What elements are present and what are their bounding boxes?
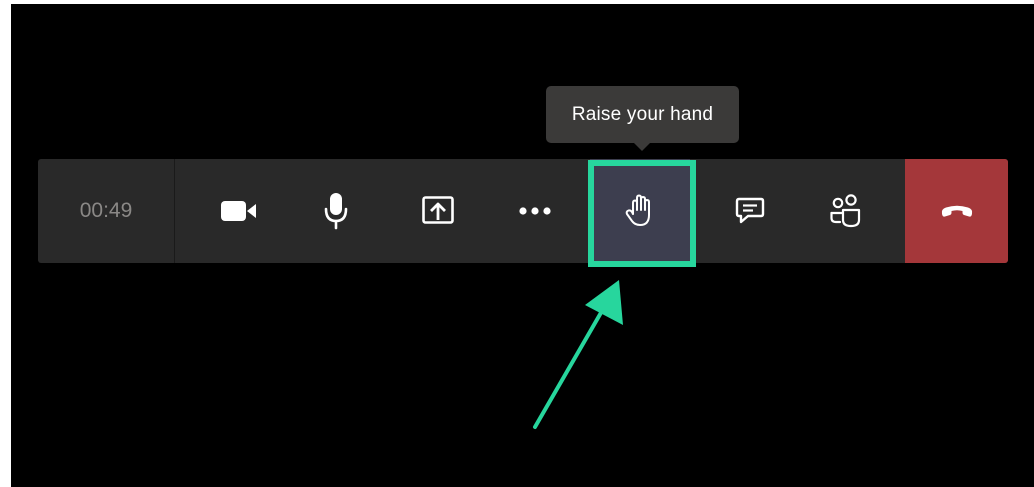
tooltip-text: Raise your hand: [571, 103, 714, 125]
camera-button[interactable]: [190, 159, 290, 263]
toolbar-divider: [174, 159, 175, 263]
more-options-button[interactable]: [485, 159, 585, 263]
phone-hangup-icon: [940, 204, 974, 218]
participants-button[interactable]: [796, 159, 896, 263]
hang-up-button[interactable]: [905, 159, 1008, 263]
microphone-icon: [324, 192, 348, 230]
people-icon: [830, 194, 862, 228]
video-camera-icon: [221, 199, 259, 223]
chat-icon: [735, 196, 765, 226]
raise-hand-button[interactable]: [590, 159, 690, 263]
more-options-icon: [519, 207, 551, 215]
hand-icon: [625, 194, 655, 228]
share-screen-button[interactable]: [388, 159, 488, 263]
share-screen-icon: [422, 196, 454, 226]
raise-hand-tooltip: Raise your hand: [546, 86, 739, 151]
chat-button[interactable]: [700, 159, 800, 263]
pointer-arrow-icon: [533, 280, 623, 429]
call-timer: 00:49: [79, 199, 133, 222]
call-toolbar: 00:49: [38, 159, 1008, 263]
microphone-button[interactable]: [286, 159, 386, 263]
